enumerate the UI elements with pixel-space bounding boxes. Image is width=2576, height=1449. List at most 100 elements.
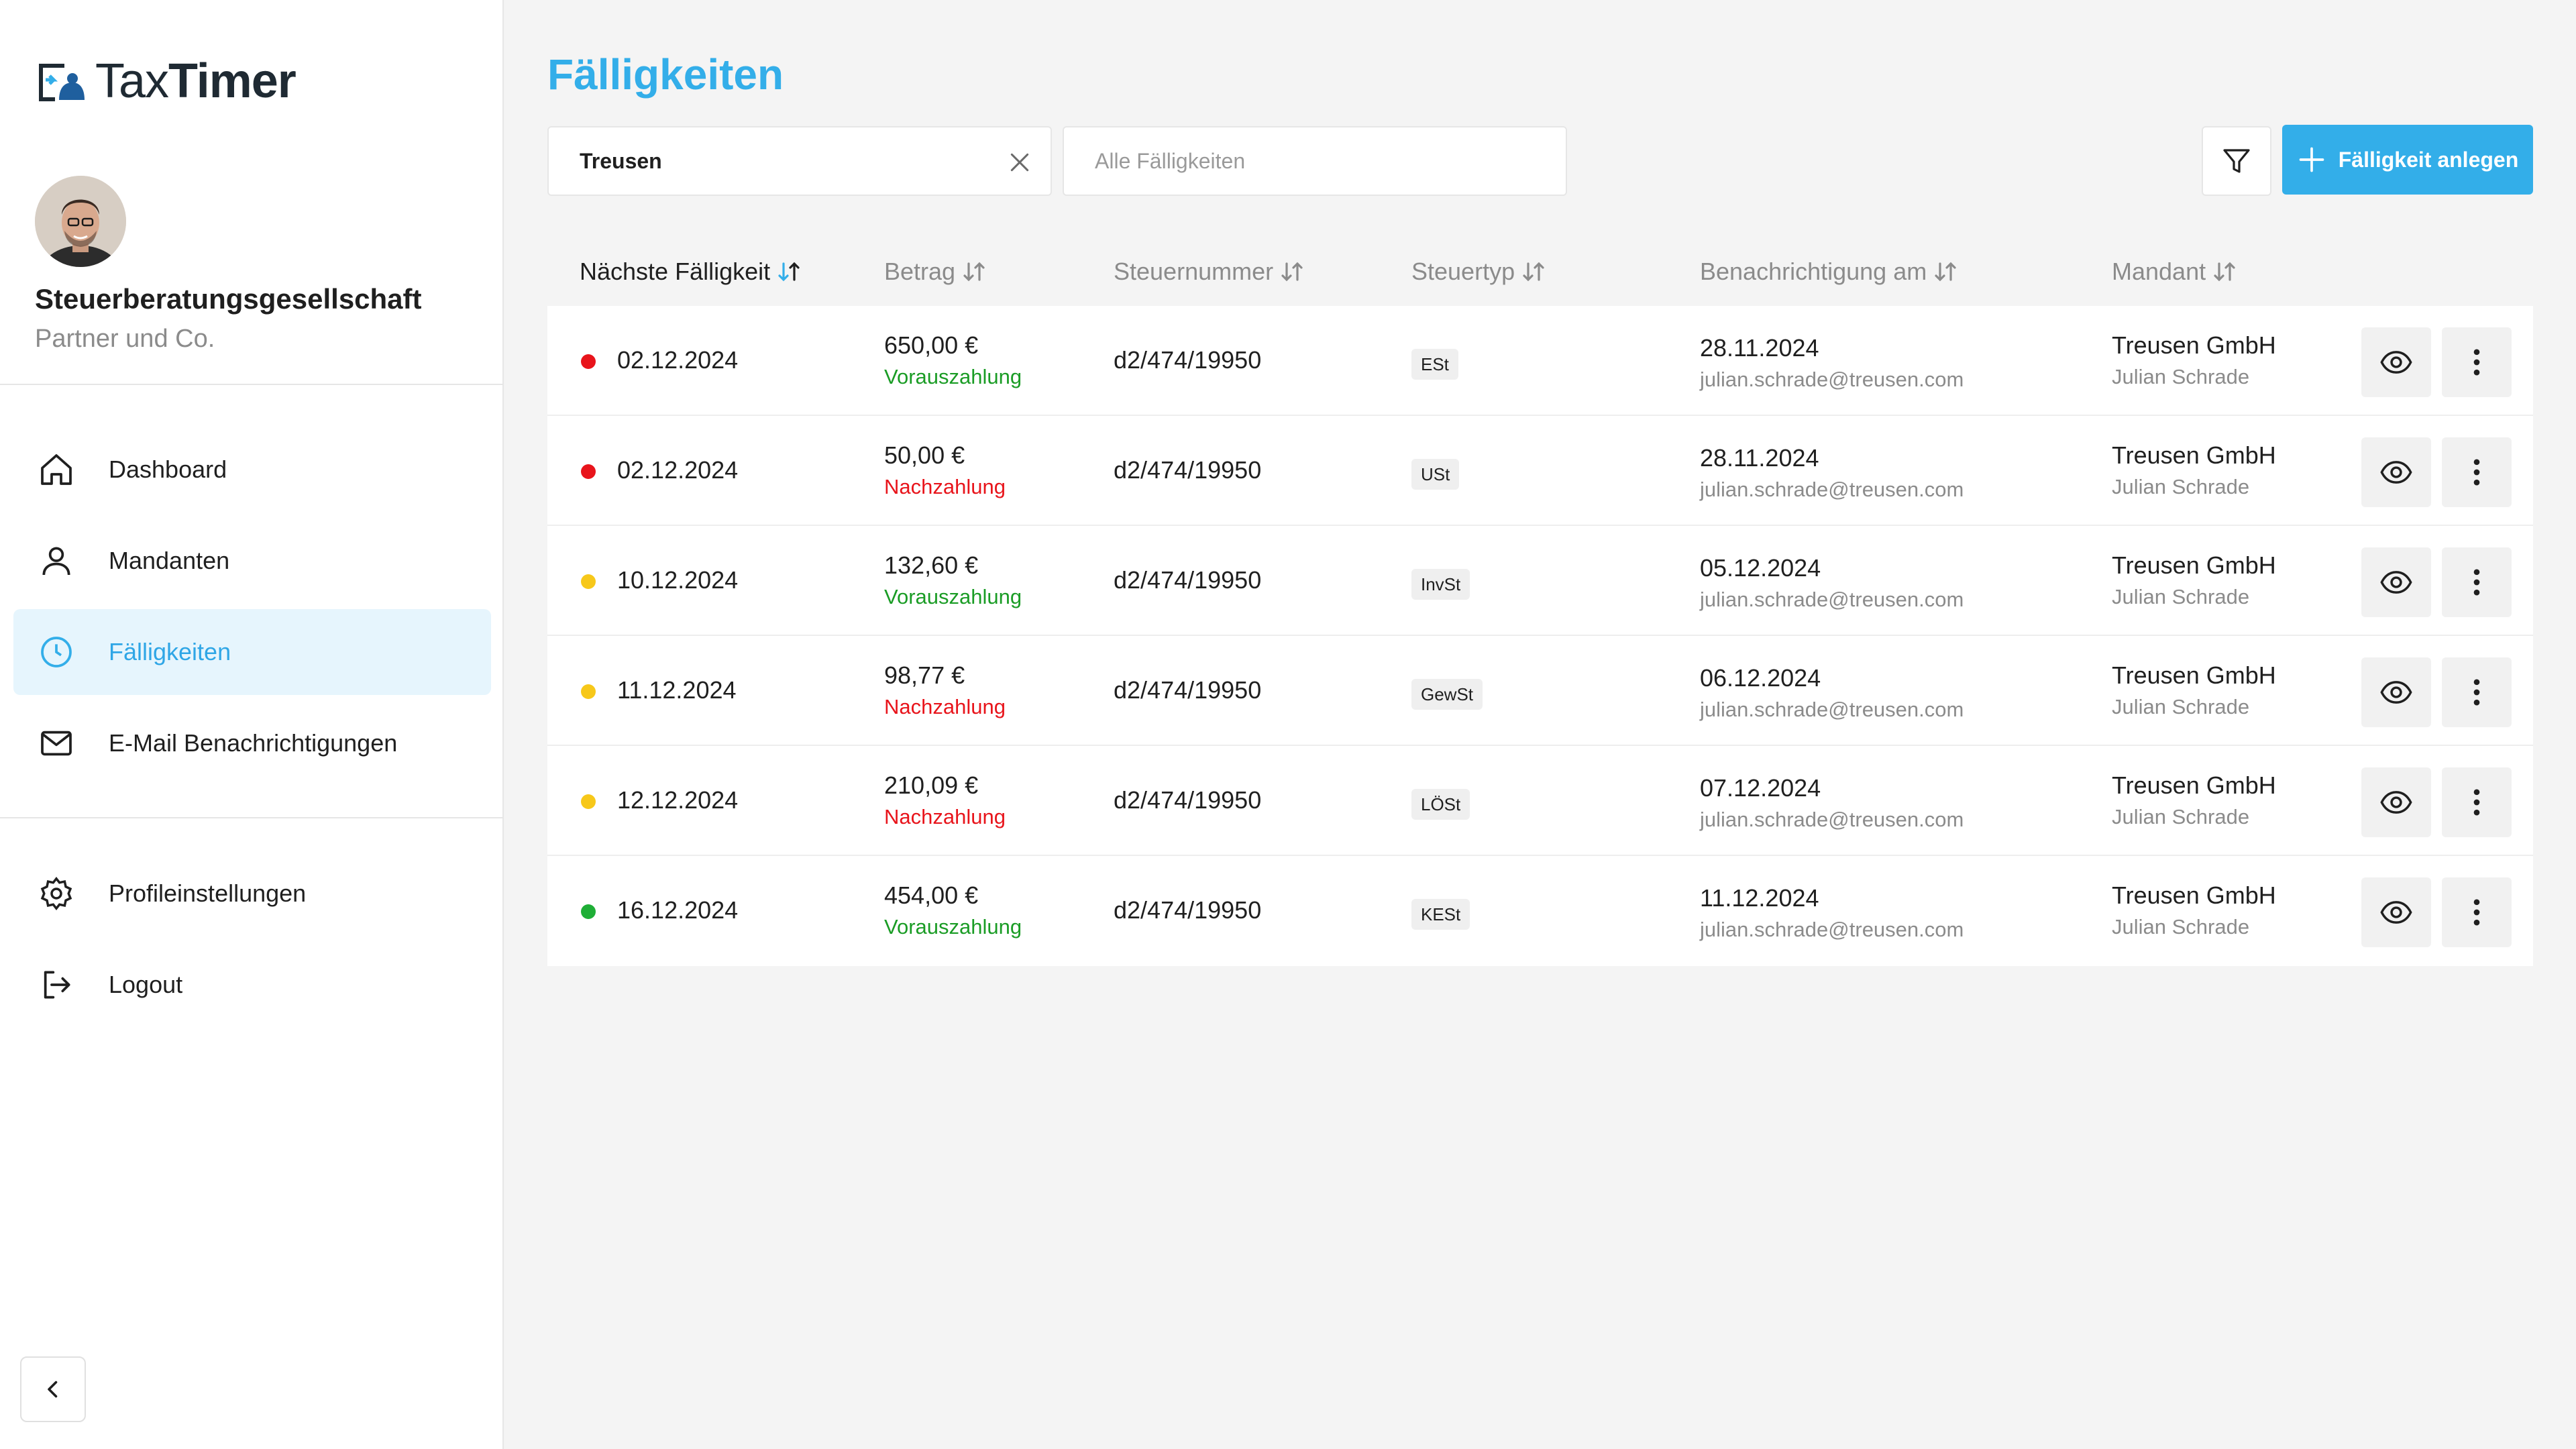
- client-contact: Julian Schrade: [2112, 805, 2250, 828]
- nav-email-notifications[interactable]: E-Mail Benachrichtigungen: [13, 700, 491, 786]
- more-options-button[interactable]: [2442, 877, 2512, 947]
- status-dot: [581, 904, 596, 919]
- view-button[interactable]: [2361, 877, 2431, 947]
- table-row[interactable]: 02.12.2024 650,00 € Vorauszahlung d2/474…: [547, 306, 2533, 416]
- notification-email: julian.schrade@treusen.com: [1700, 808, 1964, 831]
- amount: 650,00 €: [884, 331, 979, 359]
- client-name: Treusen GmbH: [2112, 881, 2276, 909]
- notification-date: 07.12.2024: [1700, 774, 1821, 802]
- view-button[interactable]: [2361, 657, 2431, 727]
- notification-date: 11.12.2024: [1700, 884, 1819, 912]
- nav-label: Fälligkeiten: [109, 638, 231, 665]
- table-row[interactable]: 12.12.2024 210,09 € Nachzahlung d2/474/1…: [547, 746, 2533, 856]
- search-field[interactable]: [547, 126, 1052, 196]
- notification-email: julian.schrade@treusen.com: [1700, 368, 1964, 391]
- amount: 98,77 €: [884, 661, 965, 689]
- payment-type: Vorauszahlung: [884, 585, 1022, 608]
- column-header-client[interactable]: Mandant: [2112, 258, 2237, 286]
- more-options-button[interactable]: [2442, 437, 2512, 507]
- notification-date: 28.11.2024: [1700, 444, 1819, 472]
- mail-icon: [36, 723, 76, 763]
- view-button[interactable]: [2361, 547, 2431, 617]
- nav-dashboard[interactable]: Dashboard: [13, 427, 491, 513]
- eye-icon: [2380, 461, 2412, 484]
- client-name: Treusen GmbH: [2112, 331, 2276, 359]
- avatar[interactable]: [35, 176, 126, 267]
- nav-label: Mandanten: [109, 547, 230, 574]
- amount: 454,00 €: [884, 881, 979, 909]
- page-title: Fälligkeiten: [547, 50, 784, 99]
- chevron-left-icon: [48, 1381, 58, 1398]
- tax-number: d2/474/19950: [1114, 676, 1262, 704]
- nav-logout[interactable]: Logout: [13, 942, 491, 1028]
- tax-type-badge: USt: [1411, 459, 1460, 490]
- kebab-menu-icon: [2473, 679, 2480, 706]
- search-input[interactable]: [580, 148, 955, 174]
- payment-type: Vorauszahlung: [884, 365, 1022, 388]
- amount: 210,09 €: [884, 771, 979, 799]
- org-subtitle: Partner und Co.: [35, 325, 215, 353]
- table-row[interactable]: 16.12.2024 454,00 € Vorauszahlung d2/474…: [547, 856, 2533, 966]
- sort-icon: [778, 262, 800, 282]
- plus-icon: [2299, 147, 2324, 172]
- due-filter-select[interactable]: Alle Fälligkeiten: [1063, 126, 1567, 196]
- due-date: 02.12.2024: [617, 456, 739, 484]
- notification-date: 28.11.2024: [1700, 334, 1819, 362]
- nav-label: Logout: [109, 971, 183, 998]
- table-row[interactable]: 02.12.2024 50,00 € Nachzahlung d2/474/19…: [547, 416, 2533, 526]
- client-name: Treusen GmbH: [2112, 441, 2276, 469]
- nav-faelligkeiten[interactable]: Fälligkeiten: [13, 609, 491, 695]
- clear-search-icon[interactable]: [1006, 149, 1033, 176]
- column-header-amount[interactable]: Betrag: [884, 258, 986, 286]
- due-date: 11.12.2024: [617, 676, 737, 704]
- kebab-menu-icon: [2473, 349, 2480, 376]
- client-contact: Julian Schrade: [2112, 915, 2250, 938]
- more-options-button[interactable]: [2442, 547, 2512, 617]
- tax-type-badge: LÖSt: [1411, 789, 1470, 820]
- sort-icon: [2214, 262, 2235, 282]
- eye-icon: [2380, 571, 2412, 594]
- nav-profile-settings[interactable]: Profileinstellungen: [13, 851, 491, 936]
- payment-type: Nachzahlung: [884, 475, 1006, 498]
- sort-icon: [1935, 262, 1956, 282]
- client-contact: Julian Schrade: [2112, 475, 2250, 498]
- view-button[interactable]: [2361, 767, 2431, 837]
- home-icon: [36, 449, 76, 490]
- tax-number: d2/474/19950: [1114, 786, 1262, 814]
- table-row[interactable]: 11.12.2024 98,77 € Nachzahlung d2/474/19…: [547, 636, 2533, 746]
- column-header-notification-date[interactable]: Benachrichtigung am: [1700, 258, 1957, 286]
- notification-email: julian.schrade@treusen.com: [1700, 918, 1964, 941]
- more-options-button[interactable]: [2442, 327, 2512, 397]
- tax-type-badge: KESt: [1411, 899, 1470, 930]
- view-button[interactable]: [2361, 327, 2431, 397]
- status-dot: [581, 354, 596, 369]
- more-options-button[interactable]: [2442, 657, 2512, 727]
- more-options-button[interactable]: [2442, 767, 2512, 837]
- status-dot: [581, 574, 596, 589]
- nav-mandanten[interactable]: Mandanten: [13, 518, 491, 604]
- column-header-tax-number[interactable]: Steuernummer: [1114, 258, 1304, 286]
- payment-type: Nachzahlung: [884, 805, 1006, 828]
- notification-email: julian.schrade@treusen.com: [1700, 698, 1964, 721]
- filter-button[interactable]: [2202, 126, 2271, 196]
- due-date: 16.12.2024: [617, 896, 739, 924]
- client-contact: Julian Schrade: [2112, 365, 2250, 388]
- view-button[interactable]: [2361, 437, 2431, 507]
- tax-type-badge: InvSt: [1411, 569, 1470, 600]
- column-header-next-due[interactable]: Nächste Fälligkeit: [580, 258, 801, 286]
- client-contact: Julian Schrade: [2112, 585, 2250, 608]
- status-dot: [581, 464, 596, 479]
- table-row[interactable]: 10.12.2024 132,60 € Vorauszahlung d2/474…: [547, 526, 2533, 636]
- add-due-date-button[interactable]: Fälligkeit anlegen: [2282, 125, 2533, 195]
- taxtimer-logo[interactable]: TaxTimer: [35, 54, 297, 109]
- clock-icon: [36, 632, 76, 672]
- collapse-sidebar-button[interactable]: [20, 1356, 86, 1422]
- nav-label: Dashboard: [109, 455, 227, 483]
- logout-icon: [36, 965, 76, 1005]
- tax-number: d2/474/19950: [1114, 456, 1262, 484]
- logo-icon: [39, 64, 85, 101]
- kebab-menu-icon: [2473, 569, 2480, 596]
- column-header-tax-type[interactable]: Steuertyp: [1411, 258, 1546, 286]
- eye-icon: [2380, 791, 2412, 814]
- client-name: Treusen GmbH: [2112, 661, 2276, 689]
